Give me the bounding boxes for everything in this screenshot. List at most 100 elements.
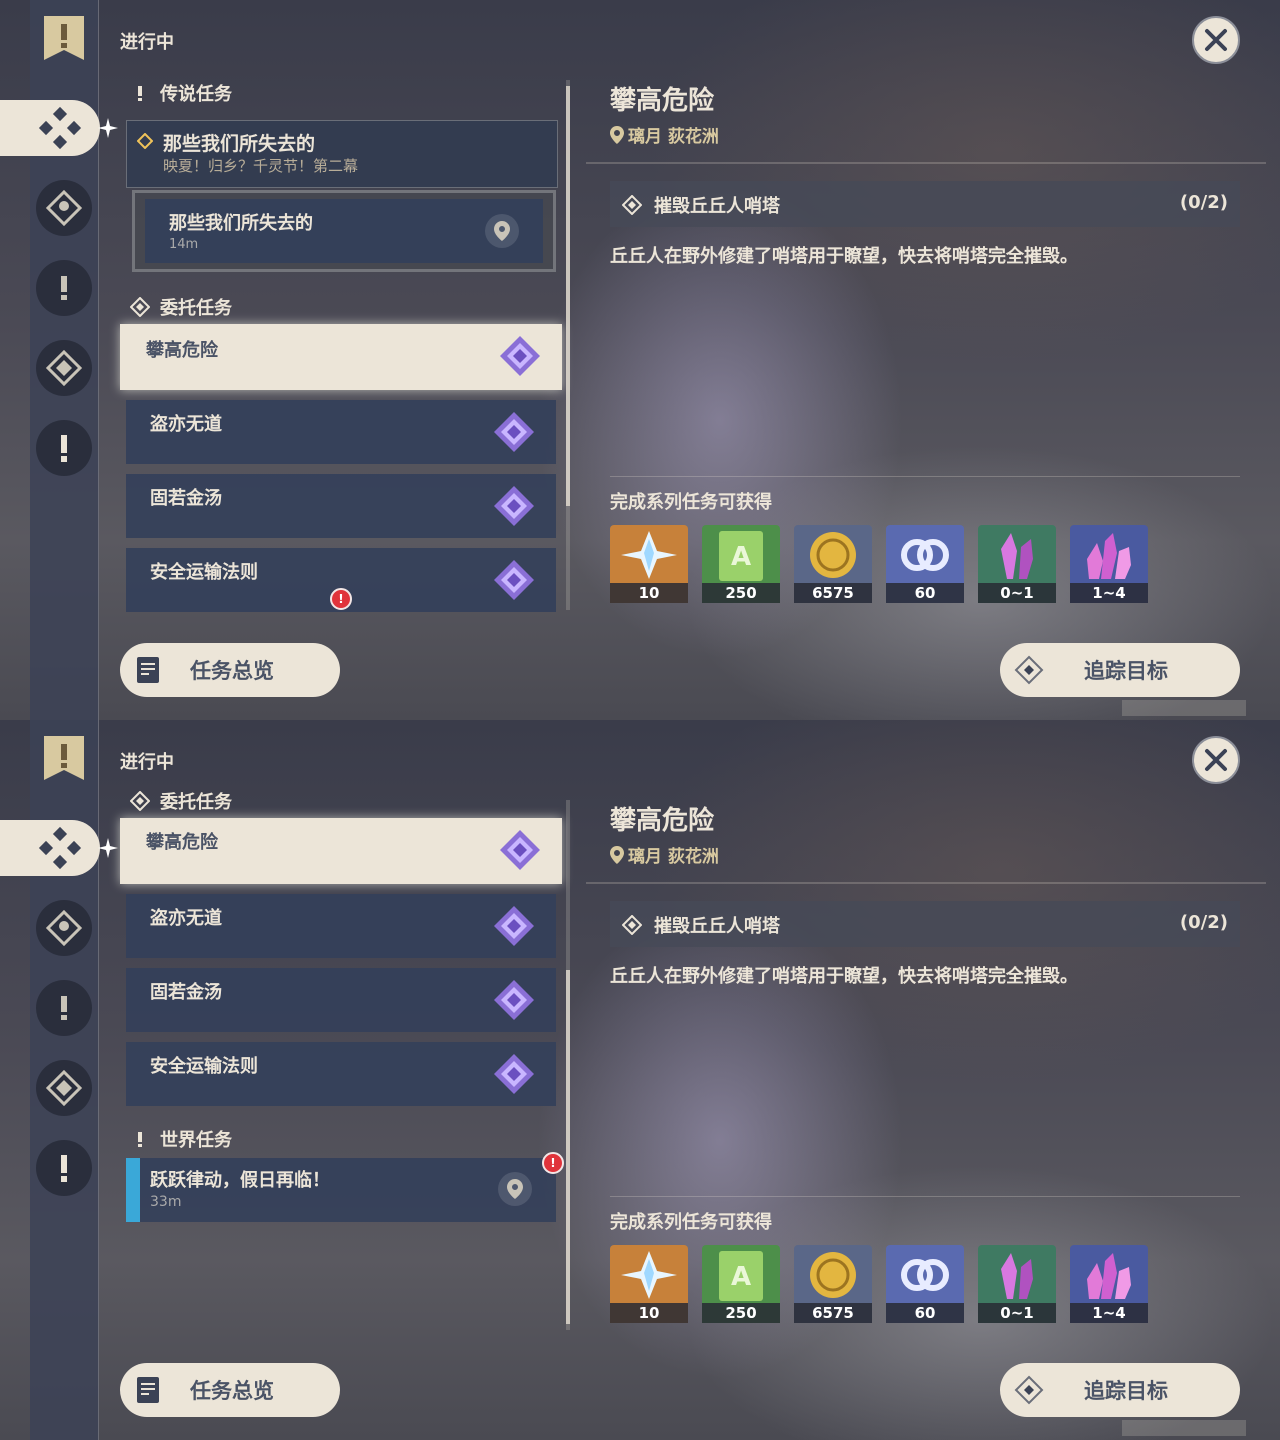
track-diamond-icon — [1014, 1375, 1044, 1405]
quest-list: 委托任务 攀高危险 盗亦无道 固若金汤 安全运输法则 世界任务 跃跃律动，假日再… — [110, 720, 570, 1440]
commission-item[interactable]: 盗亦无道 — [126, 894, 556, 958]
world-quest-icon — [61, 1155, 67, 1182]
sidebar-tab-all[interactable] — [0, 100, 100, 156]
companionship-exp-icon — [901, 1259, 949, 1291]
reward-refinement-ore[interactable]: 0~1 — [978, 1245, 1056, 1323]
navigate-pin-icon[interactable] — [485, 214, 519, 248]
commission-gem-icon — [494, 560, 534, 600]
objective-diamond-icon — [622, 915, 642, 935]
refinement-ore-icon — [1001, 1253, 1033, 1299]
reward-companionship-exp[interactable]: 60 — [886, 525, 964, 603]
track-diamond-icon — [1014, 655, 1044, 685]
commission-quest-icon — [46, 350, 82, 386]
commission-gem-icon — [500, 830, 540, 870]
list-scrollbar-thumb[interactable] — [566, 86, 570, 506]
sidebar-tab-archon[interactable] — [36, 900, 92, 956]
section-commission: 委托任务 — [130, 294, 232, 320]
objective-text: 摧毁丘丘人哨塔 — [654, 916, 780, 937]
objective-row: 摧毁丘丘人哨塔 (0/2) — [610, 901, 1240, 947]
commission-gem-icon — [494, 486, 534, 526]
quest-detail-title: 攀高危险 — [610, 86, 715, 116]
reward-mora[interactable]: 6575 — [794, 1245, 872, 1323]
quest-overview-button[interactable]: 任务总览 — [120, 1363, 340, 1417]
quest-banner-icon — [44, 736, 84, 780]
reward-adventure-exp[interactable]: A 250 — [702, 525, 780, 603]
list-scrollbar-thumb[interactable] — [566, 970, 570, 1324]
world-quest-marker — [126, 1158, 140, 1222]
story-quest-icon — [61, 996, 67, 1020]
bottom-strip — [1122, 700, 1246, 716]
sidebar-tab-archon[interactable] — [36, 180, 92, 236]
sidebar-tab-story[interactable] — [36, 260, 92, 316]
legend-quest-icon — [138, 86, 142, 101]
world-quest-item[interactable]: 跃跃律动，假日再临！ 33m — [126, 1158, 556, 1222]
story-quest-item[interactable]: 那些我们所失去的 映夏！归乡？千灵节！第二幕 — [126, 120, 558, 188]
commission-item[interactable]: 盗亦无道 — [126, 400, 556, 464]
sidebar-tab-story[interactable] — [36, 980, 92, 1036]
sidebar-tab-commission[interactable] — [36, 340, 92, 396]
reward-refinement-ore[interactable]: 0~1 — [978, 525, 1056, 603]
reward-mora[interactable]: 6575 — [794, 525, 872, 603]
quest-description: 丘丘人在野外修建了哨塔用于瞭望，快去将哨塔完全摧毁。 — [610, 246, 1078, 267]
mystic-ore-icon — [1087, 1253, 1131, 1299]
quest-location: 璃月 荻花洲 — [610, 842, 719, 867]
reward-mystic-ore[interactable]: 1~4 — [1070, 1245, 1148, 1323]
commission-gem-icon — [494, 980, 534, 1020]
close-button[interactable] — [1192, 16, 1240, 64]
rewards-divider — [610, 1196, 1240, 1197]
objective-text: 摧毁丘丘人哨塔 — [654, 196, 780, 217]
navigate-pin-icon[interactable] — [498, 1172, 532, 1206]
reward-primogem[interactable]: 10 — [610, 525, 688, 603]
commission-gem-icon — [494, 906, 534, 946]
track-target-button[interactable]: 追踪目标 — [1000, 643, 1240, 697]
objective-progress: (0/2) — [1179, 192, 1228, 213]
commission-item[interactable]: 安全运输法则 — [126, 1042, 556, 1106]
commission-item-selected[interactable]: 攀高危险 — [120, 818, 562, 884]
close-icon — [1205, 29, 1227, 51]
commission-item-selected[interactable]: 攀高危险 — [120, 324, 562, 390]
commission-item[interactable]: 固若金汤 — [126, 474, 556, 538]
mora-icon — [810, 1252, 856, 1298]
story-quest-icon — [61, 276, 67, 300]
reward-primogem[interactable]: 10 — [610, 1245, 688, 1323]
svg-text:A: A — [731, 542, 751, 572]
sidebar-tab-world[interactable] — [36, 1140, 92, 1196]
close-button[interactable] — [1192, 736, 1240, 784]
objective-row: 摧毁丘丘人哨塔 (0/2) — [610, 181, 1240, 227]
archon-quest-icon — [46, 910, 82, 946]
companionship-exp-icon — [901, 539, 949, 571]
subquest-title: 那些我们所失去的 — [169, 213, 313, 234]
mystic-ore-icon — [1087, 533, 1131, 579]
commission-gem-icon — [494, 412, 534, 452]
commission-quest-icon — [46, 1070, 82, 1106]
section-commission: 委托任务 — [130, 788, 232, 814]
primogem-icon — [621, 531, 677, 579]
overview-list-icon — [137, 657, 159, 683]
archon-quest-icon — [46, 190, 82, 226]
story-diamond-icon — [137, 133, 153, 149]
section-world: 世界任务 — [130, 1126, 232, 1152]
track-target-button[interactable]: 追踪目标 — [1000, 1363, 1240, 1417]
story-quest-title: 那些我们所失去的 — [163, 133, 316, 155]
quest-overview-button[interactable]: 任务总览 — [120, 643, 340, 697]
svg-text:A: A — [731, 1262, 751, 1292]
all-quests-icon — [38, 826, 82, 870]
commission-gem-icon — [500, 336, 540, 376]
all-quests-icon — [38, 106, 82, 150]
reward-adventure-exp[interactable]: A 250 — [702, 1245, 780, 1323]
rewards-title: 完成系列任务可获得 — [610, 492, 772, 513]
sidebar-tab-commission[interactable] — [36, 1060, 92, 1116]
section-legend: 传说任务 — [130, 80, 232, 106]
notification-badge: ! — [542, 1152, 564, 1174]
reward-mystic-ore[interactable]: 1~4 — [1070, 525, 1148, 603]
quest-list: 传说任务 那些我们所失去的 映夏！归乡？千灵节！第二幕 那些我们所失去的 14m… — [110, 0, 570, 720]
sidebar-tab-world[interactable] — [36, 420, 92, 476]
world-quest-distance: 33m — [150, 1194, 182, 1210]
adventure-exp-icon: A — [719, 1251, 763, 1301]
world-quest-title: 跃跃律动，假日再临！ — [150, 1170, 330, 1191]
reward-companionship-exp[interactable]: 60 — [886, 1245, 964, 1323]
commission-item[interactable]: 固若金汤 — [126, 968, 556, 1032]
sidebar-tab-all[interactable] — [0, 820, 100, 876]
story-subquest[interactable]: 那些我们所失去的 14m — [132, 190, 556, 272]
quest-screen-top: 进行中 传说任务 那些我们所失去的 映夏！归乡？千灵节！第二幕 那些我们所失去的… — [0, 0, 1280, 720]
